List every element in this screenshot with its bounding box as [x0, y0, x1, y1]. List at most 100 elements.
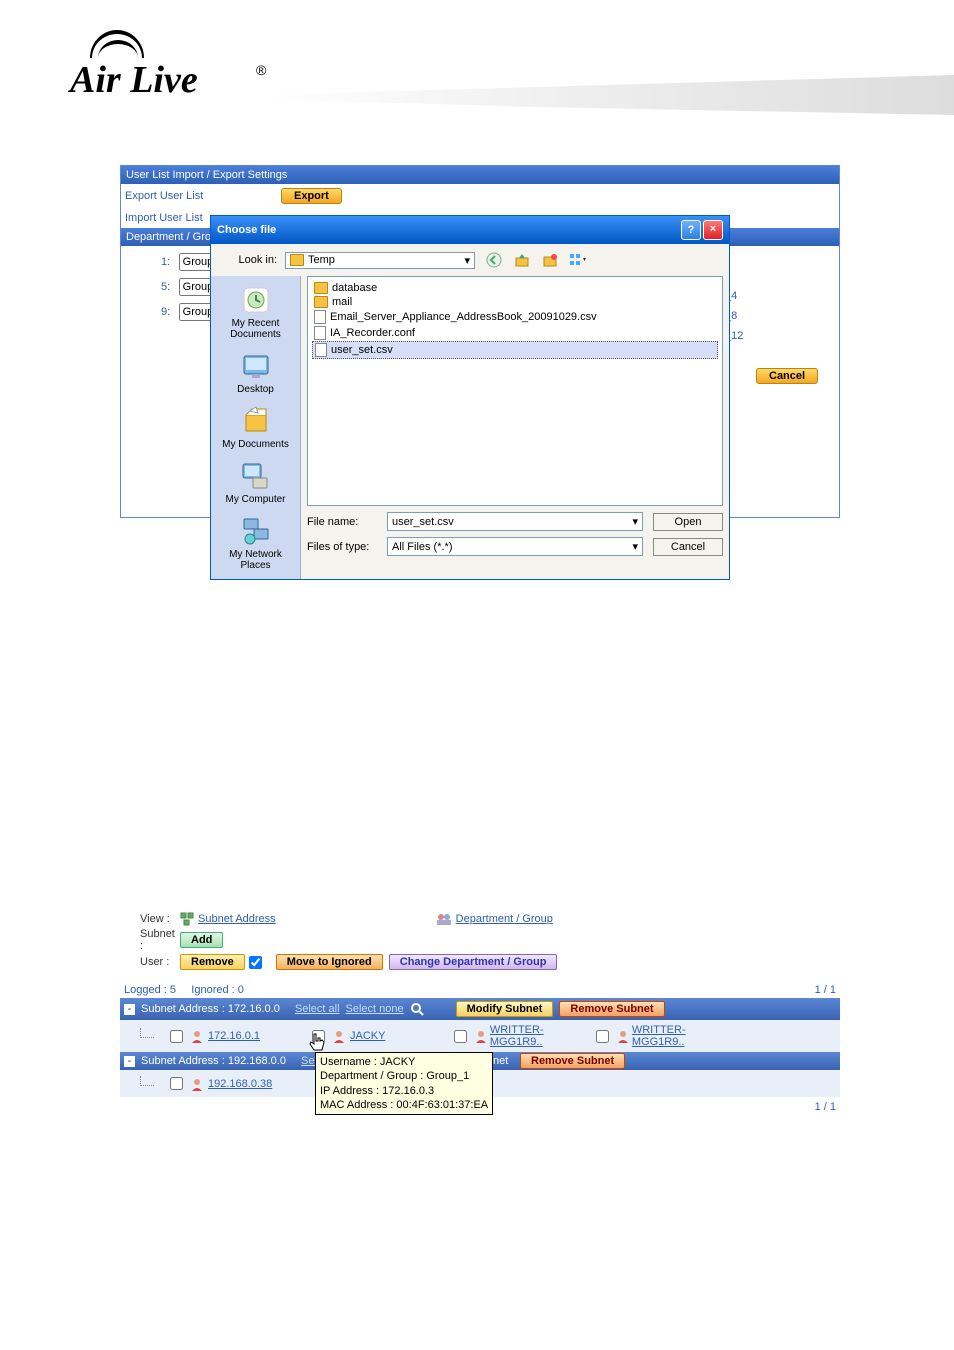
documents-icon [240, 405, 272, 437]
paging: 1 / 1 [815, 984, 836, 996]
user-host-link[interactable]: WRITTER-MGG1R9.. [490, 1024, 580, 1048]
tooltip-line: MAC Address : 00:4F:63:01:37:EA [320, 1098, 488, 1112]
move-ignored-button[interactable]: Move to Ignored [276, 954, 383, 970]
item-name: database [332, 282, 377, 294]
user-list-panel: View : Subnet Address Department / Group… [120, 908, 840, 1117]
item-name: Email_Server_Appliance_AddressBook_20091… [330, 311, 597, 323]
item-name: IA_Recorder.conf [330, 327, 415, 339]
user-ip-link[interactable]: 172.16.0.1 [208, 1030, 260, 1042]
subnet-address-link[interactable]: Subnet Address [198, 913, 276, 925]
folder-icon [314, 282, 328, 294]
file-name-label: File name: [307, 516, 377, 528]
subnet-label: Subnet : [120, 928, 180, 952]
cancel-button[interactable]: Cancel [653, 538, 723, 556]
file-list-item[interactable]: Email_Server_Appliance_AddressBook_20091… [312, 309, 718, 325]
modify-subnet-button[interactable]: Modify Subnet [456, 1001, 554, 1017]
subnet-title: Subnet Address : 192.168.0.0 [141, 1055, 286, 1067]
file-type-label: Files of type: [307, 541, 377, 553]
select-all-link[interactable]: Select all [295, 1003, 340, 1015]
search-icon[interactable] [410, 1002, 424, 1016]
folder-icon [314, 296, 328, 308]
logo-text: Air Live [70, 58, 198, 102]
remove-button[interactable]: Remove [180, 954, 245, 970]
help-button[interactable]: ? [681, 220, 701, 240]
view-menu-button[interactable] [567, 250, 589, 270]
place-label: Desktop [237, 384, 274, 395]
subnet-title: Subnet Address : 172.16.0.0 [141, 1003, 280, 1015]
back-arrow-icon [486, 252, 502, 268]
group-index: 1: [161, 256, 170, 268]
look-in-label: Look in: [217, 254, 277, 266]
file-list-item[interactable]: IA_Recorder.conf [312, 325, 718, 341]
up-level-button[interactable] [511, 250, 533, 270]
user-checkbox[interactable] [596, 1030, 609, 1043]
place-label: My Network Places [213, 549, 298, 571]
folder-icon [290, 254, 304, 266]
chevron-down-icon: ▾ [464, 254, 470, 267]
close-button[interactable]: × [703, 220, 723, 240]
user-icon [332, 1029, 346, 1043]
new-folder-button[interactable] [539, 250, 561, 270]
desktop-icon [240, 350, 272, 382]
item-name: user_set.csv [331, 344, 393, 356]
logo: Air Live ® [70, 30, 270, 100]
user-name-link[interactable]: JACKY [350, 1030, 385, 1042]
computer-icon [239, 460, 271, 492]
place-label: My Computer [225, 494, 285, 505]
file-list[interactable]: database mail Email_Server_Appliance_Add… [307, 276, 723, 506]
file-icon [315, 343, 327, 357]
add-button[interactable]: Add [180, 932, 223, 948]
place-desktop[interactable]: Desktop [237, 350, 274, 395]
look-in-select[interactable]: Temp ▾ [285, 252, 475, 269]
group-index: 9: [161, 306, 170, 318]
user-checkbox[interactable] [454, 1030, 467, 1043]
chevron-down-icon: ▾ [632, 540, 638, 553]
remove-subnet-button[interactable]: Remove Subnet [559, 1001, 664, 1017]
subnet-header: - Subnet Address : 172.16.0.0 Select all… [120, 998, 840, 1020]
collapse-icon[interactable]: - [124, 1056, 135, 1067]
user-checkbox[interactable] [170, 1030, 183, 1043]
change-group-button[interactable]: Change Department / Group [389, 954, 558, 970]
user-icon [474, 1029, 486, 1043]
group-index: 5: [161, 281, 170, 293]
user-row: 172.16.0.1 JACKY WRITTER-MGG1R9.. WRITTE… [120, 1020, 840, 1052]
user-ip-link[interactable]: 192.168.0.38 [208, 1078, 272, 1090]
ignored-count: Ignored : 0 [191, 984, 244, 996]
place-network[interactable]: My Network Places [213, 515, 298, 571]
header-swoosh [260, 75, 954, 115]
remove-subnet-button[interactable]: Remove Subnet [520, 1053, 625, 1069]
place-computer[interactable]: My Computer [225, 460, 285, 505]
export-label: Export User List [121, 190, 281, 202]
view-icon [569, 252, 587, 268]
cancel-button[interactable]: Cancel [756, 368, 818, 384]
place-label: My Recent Documents [213, 318, 298, 340]
view-label: View : [120, 913, 180, 925]
file-type-select[interactable]: All Files (*.*)▾ [387, 537, 643, 556]
file-list-item[interactable]: database [312, 281, 718, 295]
user-checkbox[interactable] [170, 1077, 183, 1090]
dialog-title: Choose file [217, 224, 276, 236]
place-documents[interactable]: My Documents [222, 405, 289, 450]
file-name-input[interactable]: user_set.csv▾ [387, 512, 643, 531]
file-list-item[interactable]: mail [312, 295, 718, 309]
net-fragment: net [493, 1055, 508, 1067]
dept-group-link[interactable]: Department / Group [456, 913, 553, 925]
item-name: mail [332, 296, 352, 308]
place-recent[interactable]: My Recent Documents [213, 284, 298, 340]
remove-checkbox[interactable] [249, 956, 262, 969]
logo-reg: ® [256, 62, 266, 78]
user-icon [616, 1029, 628, 1043]
tooltip-line: Department / Group : Group_1 [320, 1069, 488, 1083]
user-host-link[interactable]: WRITTER-MGG1R9.. [632, 1024, 722, 1048]
logged-count: Logged : 5 [124, 984, 176, 996]
export-button[interactable]: Export [281, 188, 342, 204]
back-button[interactable] [483, 250, 505, 270]
file-list-item-selected[interactable]: user_set.csv [312, 341, 718, 359]
tree-line [140, 1076, 154, 1086]
select-none-link[interactable]: Select none [346, 1003, 404, 1015]
collapse-icon[interactable]: - [124, 1004, 135, 1015]
folder-up-icon [514, 252, 530, 268]
file-icon [314, 326, 326, 340]
open-button[interactable]: Open [653, 513, 723, 531]
cursor-hand-icon [308, 1032, 328, 1054]
